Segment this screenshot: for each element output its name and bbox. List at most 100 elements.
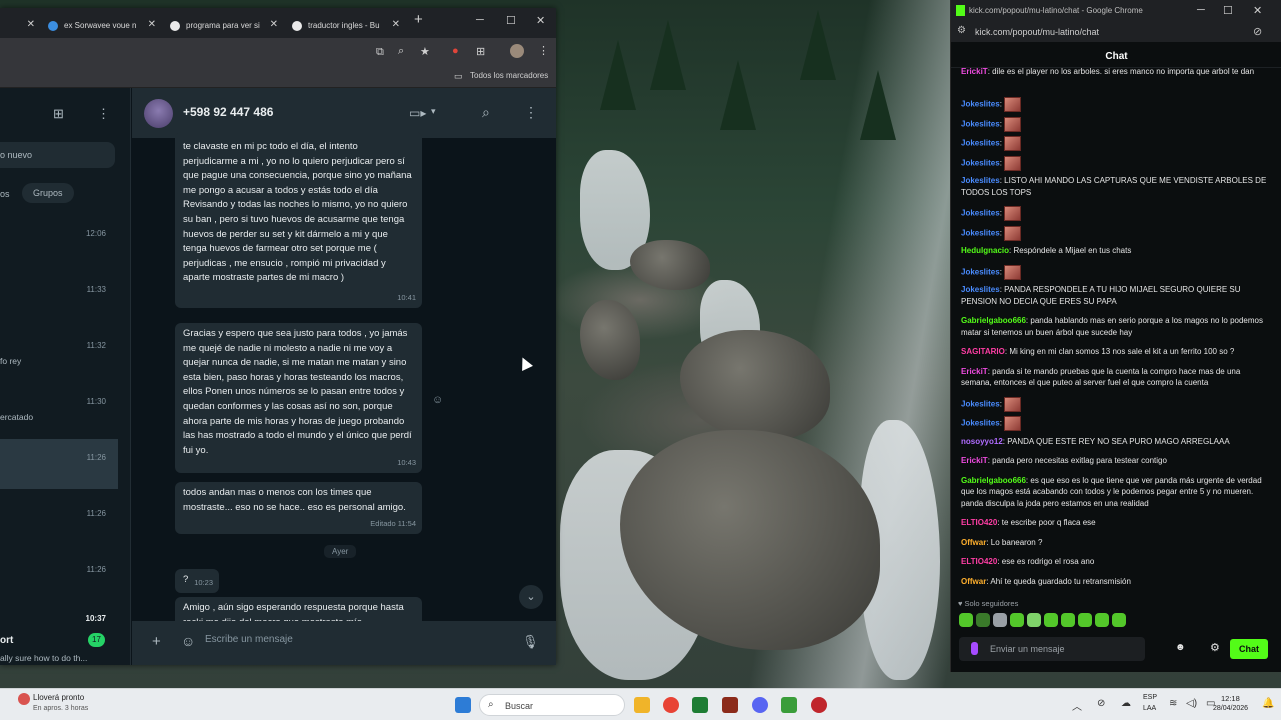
chat-input[interactable]: Enviar un mensaje ☻ [959, 637, 1186, 661]
emote-icon[interactable] [1061, 613, 1075, 627]
chat-username[interactable]: Jokeslites [961, 419, 1000, 428]
profile-avatar[interactable] [510, 44, 524, 58]
maximize-icon[interactable]: ☐ [506, 14, 516, 27]
scroll-down-icon[interactable]: ⌄ [519, 585, 543, 609]
message-bubble[interactable]: te clavaste en mi pc todo el día, el int… [175, 132, 422, 308]
chat-username[interactable]: Jokeslites [961, 100, 1000, 109]
emote-icon[interactable] [959, 613, 973, 627]
emote-picker-icon[interactable] [971, 642, 978, 655]
attach-plus-icon[interactable]: + [152, 633, 161, 650]
emote-icon[interactable] [1010, 613, 1024, 627]
search-icon[interactable]: ⌕ [482, 104, 490, 121]
chat-username[interactable]: Jokeslites [961, 267, 1000, 276]
chat-send-button[interactable]: Chat [1230, 639, 1268, 659]
maximize-icon[interactable]: ☐ [1223, 4, 1233, 17]
extensions-puzzle-icon[interactable]: ⊞ [476, 45, 485, 58]
chat-username[interactable]: Jokeslites [961, 285, 1000, 294]
emote-icon[interactable] [1027, 613, 1041, 627]
emoji-icon[interactable]: ☺ [181, 633, 195, 649]
menu-kebab-icon[interactable]: ⋮ [538, 44, 549, 57]
emote-icon[interactable] [1044, 613, 1058, 627]
language-bottom[interactable]: LAA [1143, 705, 1156, 712]
close-window-icon[interactable]: ✕ [1253, 4, 1262, 17]
emote-icon[interactable] [1112, 613, 1126, 627]
clock-time[interactable]: 12:18 [1221, 694, 1240, 703]
excel-icon[interactable] [692, 697, 708, 713]
video-call-icon[interactable]: ▭▸ [409, 106, 426, 120]
chat-list-item-selected[interactable] [0, 439, 118, 489]
search-input[interactable]: o nuevo [0, 142, 115, 168]
chevron-up-icon[interactable]: ︿ [1072, 698, 1082, 713]
tab-partial[interactable]: ✕ [0, 13, 35, 38]
emote-icon[interactable] [1078, 613, 1092, 627]
tab-3[interactable]: traductor ingles - Bu ✕ [292, 13, 400, 38]
chat-username[interactable]: Jokeslites [961, 399, 1000, 408]
chat-username[interactable]: SAGITARIO [961, 347, 1005, 356]
settings-gear-icon[interactable]: ⚙ [1210, 641, 1220, 654]
clock-date[interactable]: 28/04/2026 [1213, 705, 1248, 712]
notepad-icon[interactable] [781, 697, 797, 713]
avatar[interactable] [144, 99, 173, 128]
all-bookmarks-link[interactable]: Todos los marcadores [470, 71, 548, 80]
chat-username[interactable]: Jokeslites [961, 158, 1000, 167]
chat-username[interactable]: Jokeslites [961, 209, 1000, 218]
chat-username[interactable]: ErickiT [961, 67, 988, 76]
chat-username[interactable]: Gabrielgaboo666 [961, 316, 1026, 325]
chat-username[interactable]: Jokeslites [961, 176, 1000, 185]
bookmark-star-icon[interactable]: ★ [420, 45, 430, 58]
close-icon[interactable]: ✕ [270, 19, 278, 30]
chat-username[interactable]: Jokeslites [961, 119, 1000, 128]
chevron-down-icon[interactable]: ▾ [431, 106, 436, 117]
chat-username[interactable]: ELTIO420 [961, 518, 997, 527]
close-icon[interactable]: ✕ [27, 19, 35, 30]
chat-username[interactable]: Jokeslites [961, 228, 1000, 237]
microphone-icon[interactable]: 🎙 [522, 634, 539, 650]
chrome-icon[interactable] [663, 697, 679, 713]
chat-username[interactable]: Offwar [961, 538, 986, 547]
weather-icon[interactable] [18, 693, 30, 705]
url-text[interactable]: kick.com/popout/mu-latino/chat [975, 27, 1099, 37]
close-icon[interactable]: ✕ [148, 19, 156, 30]
minimize-icon[interactable]: ─ [476, 14, 484, 26]
file-explorer-icon[interactable] [634, 697, 650, 713]
emoji-icon[interactable]: ☻ [1175, 642, 1186, 653]
filter-groups[interactable]: Grupos [22, 183, 74, 203]
close-icon[interactable]: ✕ [392, 19, 400, 30]
extension-icon[interactable]: ● [452, 45, 459, 57]
chat-username[interactable]: nosoyyo12 [961, 437, 1003, 446]
menu-kebab-icon[interactable]: ⋮ [97, 106, 110, 122]
address-bar[interactable]: ⚙ kick.com/popout/mu-latino/chat ⊘ [951, 22, 1281, 42]
tab-2[interactable]: programa para ver si ✕ [170, 13, 278, 38]
contact-name[interactable]: +598 92 447 486 [183, 105, 273, 119]
chat-username[interactable]: Gabrielgaboo666 [961, 476, 1026, 485]
tab-1[interactable]: ex Sorwavee voue n ✕ [48, 13, 156, 38]
volume-icon[interactable]: ◁) [1186, 698, 1197, 709]
start-windows-icon[interactable] [455, 697, 471, 713]
emoji-react-icon[interactable]: ☺ [432, 394, 443, 406]
chat-username[interactable]: ELTIO420 [961, 557, 997, 566]
site-info-icon[interactable]: ⚙ [957, 25, 966, 36]
minimize-icon[interactable]: ─ [1197, 4, 1205, 16]
emote-icon[interactable] [1095, 613, 1109, 627]
chat-username[interactable]: ErickiT [961, 367, 988, 376]
close-window-icon[interactable]: ✕ [536, 14, 545, 27]
app-icon[interactable] [722, 697, 738, 713]
new-tab-icon[interactable]: + [414, 11, 423, 28]
message-input[interactable]: Escribe un mensaje [205, 634, 293, 645]
conversation-header[interactable]: +598 92 447 486 ▭▸ ▾ ⌕ ⋮ [132, 88, 556, 138]
menu-kebab-icon[interactable]: ⋮ [524, 104, 538, 121]
filter-chip[interactable]: os [0, 189, 10, 199]
chat-username[interactable]: Hedulgnacio [961, 246, 1009, 255]
chat-username[interactable]: Jokeslites [961, 139, 1000, 148]
chat-username[interactable]: Offwar [961, 577, 986, 586]
cast-icon[interactable]: ⧉ [376, 46, 384, 59]
eye-off-icon[interactable]: ⊘ [1253, 25, 1262, 38]
notifications-icon[interactable]: 🔔 [1262, 698, 1274, 709]
emote-icon[interactable] [976, 613, 990, 627]
message-bubble[interactable]: ? 10:23 [175, 569, 219, 593]
weather-title[interactable]: Lloverá pronto [33, 693, 84, 702]
app-icon[interactable] [811, 697, 827, 713]
network-off-icon[interactable]: ⊘ [1097, 698, 1105, 709]
wifi-icon[interactable]: ≋ [1169, 698, 1177, 709]
discord-icon[interactable] [752, 697, 768, 713]
